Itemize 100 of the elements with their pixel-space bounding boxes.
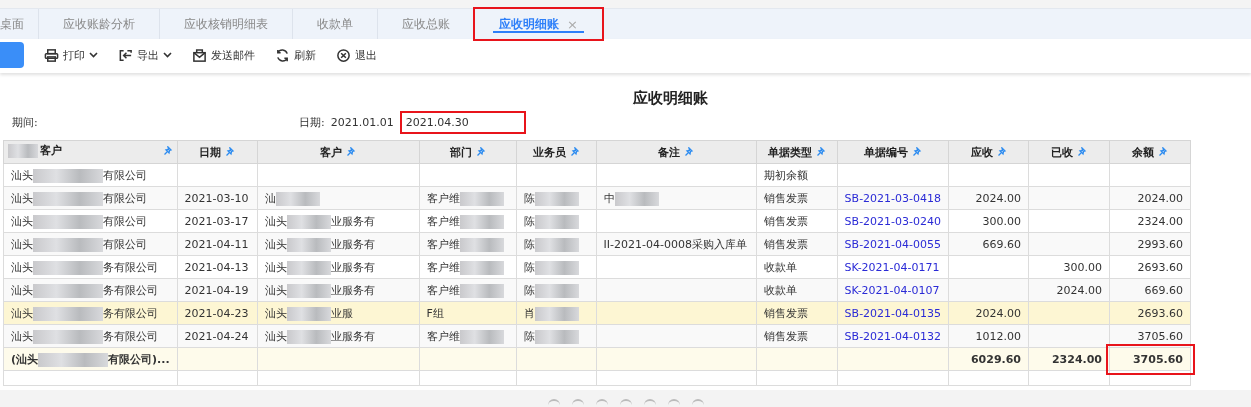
pin-icon[interactable]	[346, 147, 357, 157]
table-cell: 陈	[523, 329, 535, 343]
redaction-blur	[286, 260, 331, 275]
refresh-icon	[275, 47, 290, 63]
table-cell: 客户维	[426, 237, 460, 251]
mail-icon	[192, 47, 207, 63]
redaction-blur	[275, 191, 320, 206]
mail-button[interactable]: 发送邮件	[192, 47, 255, 63]
redaction-blur	[614, 191, 659, 206]
table-cell: 汕头	[11, 306, 33, 320]
redaction-blur	[286, 283, 331, 298]
table-cell: 2021-04-13	[177, 255, 258, 279]
table-cell: 务有限公司	[103, 260, 158, 274]
table-cell: 汕头	[264, 283, 287, 297]
table-cell: 汕头	[11, 214, 33, 228]
export-icon	[118, 47, 133, 63]
table-cell: 汕头	[11, 237, 33, 251]
redaction-blur	[459, 283, 504, 298]
table-cell: 汕头	[264, 329, 287, 343]
table-cell: 业服务有	[330, 283, 375, 297]
pin-icon[interactable]	[569, 147, 580, 157]
print-button[interactable]: 打印	[44, 47, 98, 63]
pin-icon[interactable]	[475, 147, 486, 157]
table-cell: 有限公司	[103, 237, 147, 251]
column-header[interactable]: 日期	[199, 144, 222, 160]
table-cell: 收款单	[756, 255, 838, 279]
table-cell: 期初余额	[756, 163, 838, 187]
table-cell: 业服务有	[330, 214, 375, 228]
pin-icon[interactable]	[225, 147, 236, 157]
redaction-blur	[33, 191, 103, 206]
redaction-blur	[534, 329, 579, 344]
column-header[interactable]: 客户	[320, 144, 343, 160]
redaction-blur	[534, 237, 579, 252]
redaction-blur	[286, 237, 331, 252]
table-cell: II-2021-04-0008采购入库单	[596, 232, 757, 256]
table-cell: 300.00	[948, 209, 1029, 233]
redaction-blur	[534, 283, 579, 298]
pin-icon[interactable]	[162, 145, 173, 156]
redaction-blur	[33, 237, 103, 252]
table-cell: 陈	[523, 283, 535, 297]
table-cell: 汕头	[11, 260, 33, 274]
table-cell: 2021-03-17	[177, 209, 258, 233]
table-cell: 客户维	[426, 329, 460, 343]
table-cell: 客户维	[426, 191, 460, 205]
redaction-blur	[459, 214, 504, 229]
pin-icon[interactable]	[684, 147, 695, 157]
table-cell: 客户维	[426, 283, 460, 297]
column-header[interactable]: 客户	[40, 143, 62, 159]
redaction-blur	[38, 352, 109, 367]
redaction-blur	[33, 168, 103, 183]
table-cell: 陈	[523, 237, 535, 251]
exit-button[interactable]: 退出	[336, 47, 377, 63]
table-cell: 陈	[523, 191, 535, 205]
redaction-blur	[459, 260, 504, 275]
table-cell: 有限公司	[103, 191, 147, 205]
column-header[interactable]: 备注	[658, 144, 681, 160]
table-cell: 销售发票	[756, 209, 838, 233]
date-from-field[interactable]: 2021.01.01	[330, 115, 394, 129]
table-cell: 肖	[523, 306, 535, 320]
table-cell: 2693.60	[1109, 255, 1191, 279]
redaction-blur	[33, 306, 103, 321]
table-cell: 务有限公司	[103, 283, 158, 297]
exit-icon	[336, 47, 351, 63]
table-cell: 汕头	[11, 283, 33, 297]
table-cell: 汕头	[11, 168, 33, 182]
table-cell: 有限公司	[103, 214, 147, 228]
redaction-blur	[459, 191, 504, 206]
export-button[interactable]: 导出	[118, 47, 172, 63]
column-header[interactable]: 部门	[449, 144, 472, 160]
report-title: 应收明细账	[632, 89, 709, 108]
date-label: 日期:	[299, 114, 325, 130]
redaction-blur	[33, 283, 103, 298]
table-cell: 业服务有	[330, 237, 375, 251]
table-cell: 汕头	[264, 214, 287, 228]
pin-icon[interactable]	[911, 147, 922, 157]
table-cell: 陈	[523, 214, 535, 228]
table-cell: (汕头	[11, 352, 39, 366]
table-cell: 汕头	[264, 237, 287, 251]
table-cell: 汕头	[264, 306, 287, 320]
date-to-field[interactable]: 2021.04.30	[399, 110, 526, 134]
redaction-blur	[534, 214, 579, 229]
table-cell: 务有限公司	[103, 329, 158, 343]
column-header[interactable]: 已收	[1051, 144, 1074, 160]
period-label: 期间:	[12, 114, 39, 130]
column-header[interactable]: 余额	[1132, 144, 1155, 160]
table-cell: 有限公司	[103, 168, 147, 182]
refresh-button[interactable]: 刷新	[275, 47, 316, 63]
redaction-blur	[534, 191, 579, 206]
pin-icon[interactable]	[815, 147, 826, 157]
redaction-blur	[33, 214, 103, 229]
pin-icon[interactable]	[1158, 147, 1169, 157]
table-cell: 业服务有	[330, 329, 375, 343]
redaction-blur	[286, 214, 331, 229]
redaction-blur	[33, 260, 103, 275]
column-header[interactable]: 应收	[970, 144, 993, 160]
pin-icon[interactable]	[1077, 147, 1088, 157]
redaction-blur	[459, 329, 504, 344]
table-cell: 汕	[264, 191, 276, 205]
pin-icon[interactable]	[996, 147, 1007, 157]
redaction-blur	[286, 306, 331, 321]
